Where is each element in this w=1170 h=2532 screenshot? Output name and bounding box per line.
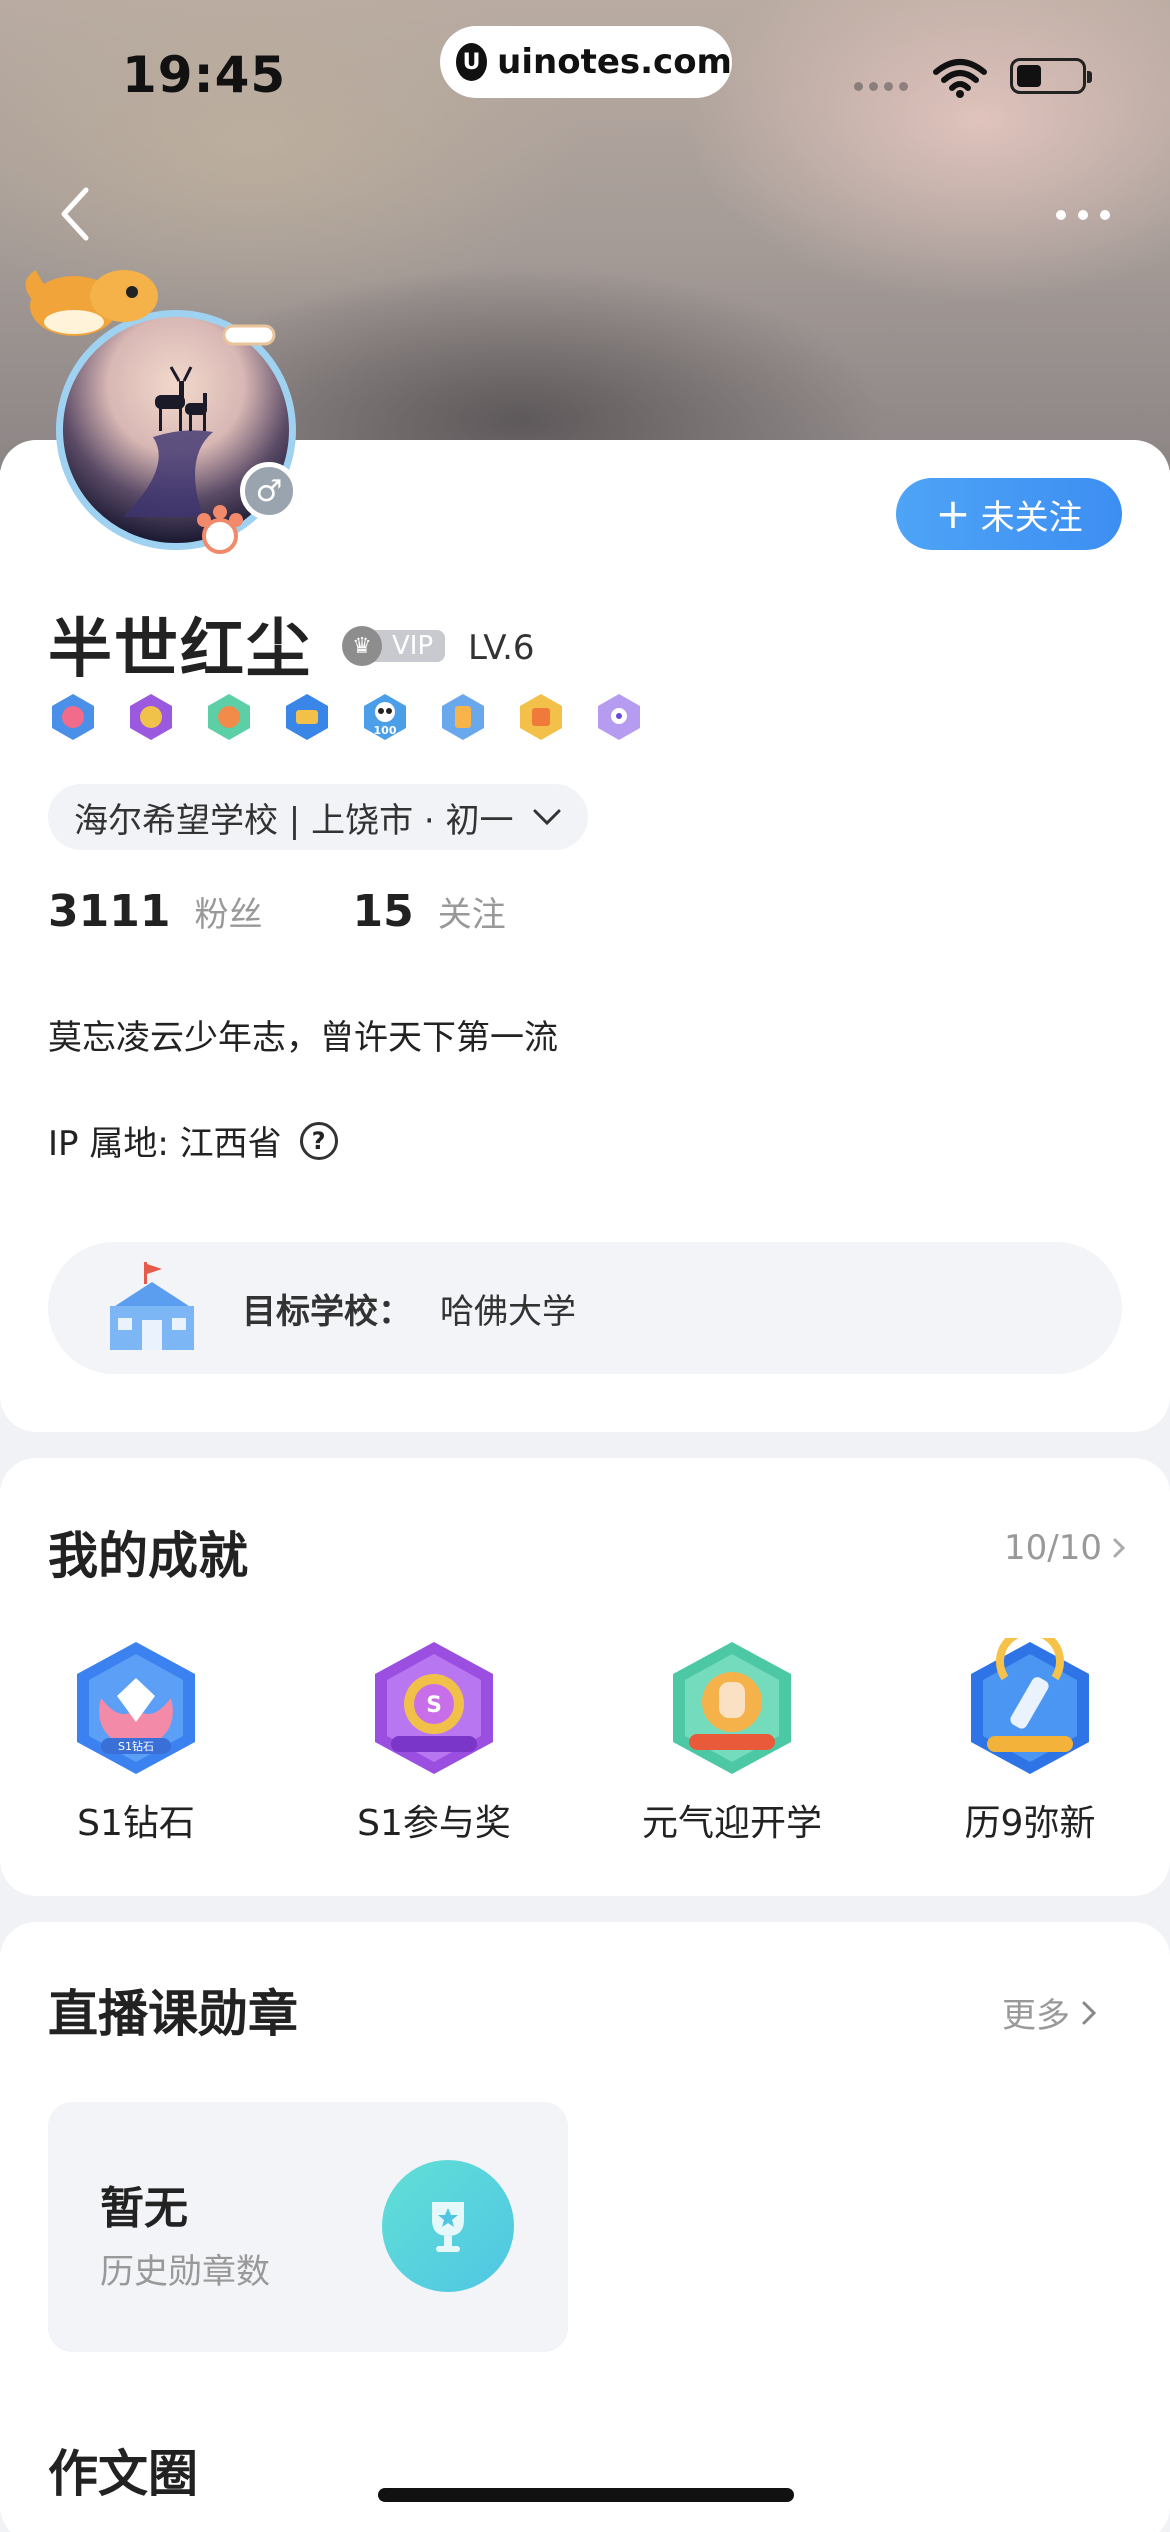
participation-medal-icon: S [375,1642,493,1774]
svg-text:S1钻石: S1钻石 [118,1739,154,1753]
ip-location-row: IP 属地: 江西省 ? [48,1116,338,1165]
achievements-title: 我的成就 [48,1527,248,1585]
svg-text:S: S [426,1693,442,1718]
badge-icon[interactable] [48,692,98,742]
medal-sub-label: 历史勋章数 [100,2252,270,2292]
achievement-label: 历9弥新 [964,1803,1096,1844]
following-count[interactable]: 15 [352,886,413,937]
badge-row: 100 [48,692,644,742]
badge-100-icon[interactable]: 100 [360,692,410,742]
medal-summary-box[interactable]: 暂无 历史勋章数 [48,2102,568,2352]
achievements-card: 我的成就 10/10 S1钻石 S1钻石 S S1参与奖 元气迎开学 历9弥新 [0,1458,1170,1896]
medal-count: 暂无 [100,2183,188,2234]
more-label: 更多 [1002,1996,1070,2036]
anniversary-medal-icon [971,1638,1089,1774]
fans-label[interactable]: 粉丝 [194,887,262,936]
badge-icon[interactable] [516,692,566,742]
achievements-progress-link[interactable]: 10/10 [1004,1528,1126,1568]
crown-icon: ♛ [342,626,382,666]
target-school-label: 目标学校： [242,1291,412,1332]
achievement-item[interactable]: S1钻石 S1钻石 [16,1638,256,1846]
ip-location: IP 属地: 江西省 [48,1124,282,1164]
achievement-label: S1钻石 [77,1803,195,1844]
achievement-label: 元气迎开学 [641,1803,822,1844]
achievement-item[interactable]: S S1参与奖 [314,1638,554,1846]
target-school-value: 哈佛大学 [440,1291,576,1332]
chevron-right-icon [1082,2001,1097,2024]
vip-label: VIP [374,630,446,662]
vip-badge[interactable]: ♛ VIP [342,626,446,666]
target-school-row[interactable]: 目标学校： 哈佛大学 [48,1242,1122,1374]
stats-row: 3111 粉丝 15 关注 [48,886,506,937]
follow-button[interactable]: + 未关注 [896,478,1122,550]
live-medals-title: 直播课勋章 [48,1985,298,2043]
dog-sticker-icon [25,270,276,346]
home-indicator[interactable] [378,2488,794,2502]
achievement-item[interactable]: 历9弥新 [910,1638,1150,1846]
school-selector[interactable]: 海尔希望学校 | 上饶市 · 初一 [48,784,588,850]
bio-text: 莫忘凌云少年志，曾许天下第一流 [48,1018,558,1058]
essay-circle-title: 作文圈 [48,2445,198,2503]
achievements-progress: 10/10 [1004,1528,1102,1568]
badge-icon[interactable] [438,692,488,742]
plus-icon: + [935,489,971,538]
uinotes-logo-icon: U [456,43,488,81]
chevron-down-icon [533,809,560,826]
school-info: 海尔希望学校 | 上饶市 · 初一 [74,800,514,841]
help-icon[interactable]: ? [299,1121,338,1160]
achievement-item[interactable]: 元气迎开学 [612,1638,852,1846]
gender-male-icon: ♂ [240,462,298,520]
trophy-icon [382,2160,514,2292]
chevron-right-icon [1113,1538,1126,1558]
paw-sticker-icon [197,505,243,554]
signal-icon [854,82,908,91]
following-label[interactable]: 关注 [438,887,506,936]
badge-icon[interactable] [282,692,332,742]
school-building-icon [110,1262,194,1350]
follow-label: 未关注 [980,497,1083,538]
level-label: LV.6 [468,628,535,668]
username: 半世红尘 [48,613,312,687]
diamond-medal-icon: S1钻石 [77,1642,195,1774]
status-time: 19:45 [122,46,287,104]
school-start-medal-icon [673,1642,791,1774]
fans-count[interactable]: 3111 [48,886,170,937]
back-icon[interactable] [56,184,108,244]
url-pill: U uinotes.com [440,26,732,98]
achievement-label: S1参与奖 [357,1803,511,1844]
battery-icon [1010,58,1092,94]
badge-icon[interactable] [594,692,644,742]
live-medals-more-link[interactable]: 更多 [1002,1988,1098,2037]
url-text: uinotes.com [497,42,732,82]
more-options-icon[interactable] [1056,210,1110,220]
badge-icon[interactable] [204,692,254,742]
wifi-icon [933,59,987,98]
badge-icon[interactable] [126,692,176,742]
svg-text:100: 100 [374,724,397,737]
